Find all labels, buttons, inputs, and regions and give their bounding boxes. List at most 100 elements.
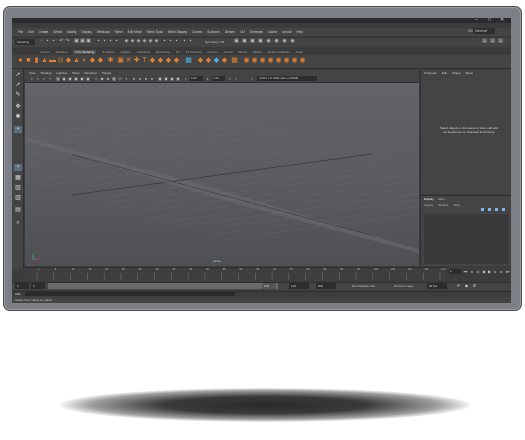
pick-edge-icon[interactable]: ▪ — [108, 39, 113, 44]
anti-alias-icon[interactable]: ● — [144, 76, 148, 81]
fps-select[interactable]: 24 fps — [427, 283, 447, 289]
menu-file[interactable]: File — [18, 30, 23, 34]
lasso-tool-icon[interactable]: ➚ — [14, 82, 22, 89]
menu-modify[interactable]: Modify — [67, 30, 76, 34]
perspective-viewport[interactable]: persp — [25, 83, 419, 266]
open-scene-icon[interactable]: ▪ — [45, 39, 50, 44]
shelf-tab-bifrost[interactable]: Bifrost — [238, 50, 247, 54]
menu-arnold[interactable]: Arnold — [282, 30, 291, 34]
pick-face-icon[interactable]: ▪ — [114, 39, 119, 44]
append-icon[interactable]: ◉ — [283, 57, 290, 64]
arnold-render-icon[interactable]: ◉ — [274, 39, 279, 44]
fill-hole-icon[interactable]: ◉ — [275, 57, 282, 64]
helix-icon[interactable]: ◆ — [89, 57, 96, 64]
viewport-menu-shading[interactable]: Shading — [40, 71, 51, 75]
bridge-icon[interactable]: ◆ — [165, 57, 172, 64]
range-slider[interactable] — [48, 283, 278, 289]
motion-blur-icon[interactable]: ● — [138, 76, 142, 81]
menu-generate[interactable]: Generate — [250, 30, 263, 34]
exposure-field[interactable]: 0.00 — [190, 76, 203, 81]
history-icon[interactable]: ▪ — [162, 39, 167, 44]
maximize-button[interactable]: □ — [488, 18, 491, 23]
layer-menu-options[interactable]: Options — [438, 203, 448, 207]
shelf-tab-poly-modeling[interactable]: Poly Modeling — [73, 49, 97, 54]
xray-icon[interactable]: ▪ — [188, 39, 193, 44]
anim-layer-select[interactable]: No Anim Layer — [394, 284, 414, 288]
shelf-tab-fx[interactable]: FX — [176, 50, 180, 54]
symmetry-select[interactable]: Symmetry: Off — [205, 40, 224, 44]
snap-point-icon[interactable]: ◈ — [136, 39, 141, 44]
shelf-tab-custom[interactable]: Custom — [207, 50, 217, 54]
film-gate-icon[interactable]: ▣ — [62, 76, 66, 81]
move-tool-icon[interactable]: ✥ — [14, 104, 22, 111]
current-frame-field[interactable]: 1 — [449, 269, 461, 274]
workspace-select[interactable]: General* — [473, 28, 495, 34]
extrude-icon[interactable]: ◆ — [157, 57, 164, 64]
channel-box-tab-edit[interactable]: Edit — [442, 71, 447, 75]
cylinder-icon[interactable]: ▮ — [33, 57, 40, 64]
bevel-icon[interactable]: ◆ — [173, 57, 180, 64]
outliner-icon[interactable]: ▤ — [14, 207, 22, 214]
uv-editor-icon[interactable]: ▦ — [185, 57, 192, 64]
reduce-icon[interactable]: ◉ — [251, 57, 258, 64]
xray-joints-icon[interactable]: ▣ — [170, 76, 174, 81]
menu-cache[interactable]: Cache — [268, 30, 277, 34]
shelf-tab-sculpting[interactable]: Sculpting — [102, 50, 114, 54]
auto-key-icon[interactable]: ◆ — [464, 283, 469, 288]
shadows-icon[interactable]: ◑ — [124, 76, 128, 81]
shelf-tab-mash[interactable]: MASH — [253, 50, 262, 54]
viewport-menu-lighting[interactable]: Lighting — [56, 71, 67, 75]
new-scene-icon[interactable]: ▫ — [39, 39, 44, 44]
channel-box-tab-object[interactable]: Object — [452, 71, 461, 75]
menu-set-select[interactable]: Modeling — [15, 39, 35, 45]
shelf-tab-rendering[interactable]: Rendering — [156, 50, 170, 54]
paint-select-icon[interactable]: ✎ — [14, 92, 22, 99]
play-forward-icon[interactable]: ▶ — [487, 269, 492, 274]
smooth-shade-icon[interactable]: ◆ — [100, 76, 104, 81]
field-chart-icon[interactable]: ▣ — [80, 76, 84, 81]
image-plane-icon[interactable]: ▪ — [48, 76, 52, 81]
shelf-tab-curves[interactable]: Curves — [40, 50, 50, 54]
layer-menu-layers[interactable]: Layers — [424, 203, 433, 207]
sky-dome-icon[interactable]: ◉ — [290, 39, 295, 44]
shelf-tab-xgen[interactable]: XGen — [296, 50, 304, 54]
persp-outliner-icon[interactable]: ▥ — [14, 185, 22, 192]
new-layer-selected-icon[interactable] — [502, 208, 505, 211]
select-component-icon[interactable]: ▣ — [86, 39, 91, 44]
save-scene-icon[interactable]: ▪ — [51, 39, 56, 44]
cube-icon[interactable]: ■ — [25, 57, 32, 64]
snap-vertex-icon[interactable]: ◈ — [154, 39, 159, 44]
minimize-button[interactable]: – — [475, 18, 478, 23]
four-view-icon[interactable]: ▦ — [14, 175, 22, 182]
screen-space-ao-icon[interactable]: ● — [132, 76, 136, 81]
step-back-frame-icon[interactable]: ◂ — [475, 269, 480, 274]
combine-icon[interactable]: ✕ — [125, 57, 132, 64]
viewport-menu-renderer[interactable]: Renderer — [85, 71, 98, 75]
smooth-icon[interactable]: ◉ — [243, 57, 250, 64]
snap-surface-icon[interactable]: ◈ — [148, 39, 153, 44]
wireframe-icon[interactable]: ◇ — [94, 76, 98, 81]
menu-windows[interactable]: Windows — [97, 30, 110, 34]
step-back-key-icon[interactable]: ◂ — [469, 269, 474, 274]
character-set-select[interactable]: No Character Set — [352, 284, 375, 288]
menu-deform[interactable]: Deform — [225, 30, 235, 34]
safe-action-icon[interactable]: ▣ — [86, 76, 90, 81]
viewport-menu-show[interactable]: Show — [72, 71, 80, 75]
go-to-start-icon[interactable]: ⏮ — [463, 269, 468, 274]
redo-icon[interactable]: ↷ — [65, 39, 70, 44]
xray-active-icon[interactable]: ▣ — [176, 76, 180, 81]
view-transform-icon[interactable]: ▪ — [234, 76, 238, 81]
shelf-tab-rigging[interactable]: Rigging — [121, 50, 131, 54]
menu-uv[interactable]: UV — [240, 30, 244, 34]
menu-select[interactable]: Select — [53, 30, 62, 34]
lights-icon[interactable]: ◎ — [118, 76, 122, 81]
super-shape-icon[interactable]: ✱ — [107, 57, 114, 64]
poke-icon[interactable]: ◉ — [291, 57, 298, 64]
playback-end-field[interactable]: 120 — [289, 283, 309, 289]
svg-icon[interactable]: ◆ — [149, 57, 156, 64]
mel-label[interactable]: MEL — [15, 292, 21, 296]
menu-mesh[interactable]: Mesh — [115, 30, 123, 34]
exposure-icon[interactable]: ◐ — [184, 76, 188, 81]
new-empty-layer-icon[interactable] — [495, 208, 498, 211]
disc-icon[interactable]: ◆ — [65, 57, 72, 64]
